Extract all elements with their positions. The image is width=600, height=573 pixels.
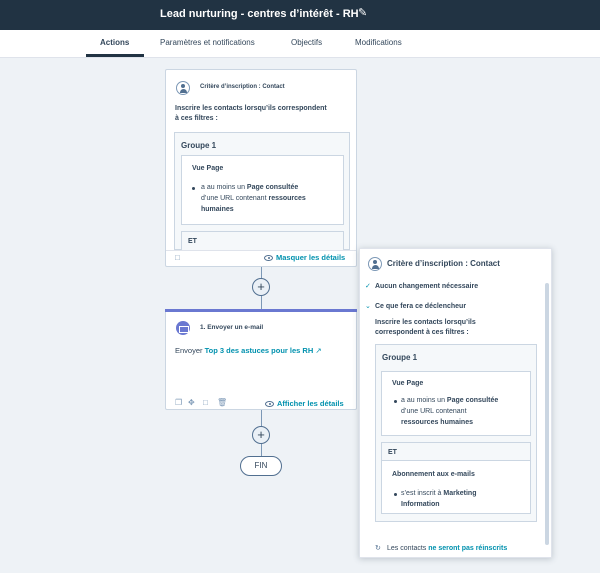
- panel-filter-box-1: Vue Page a au moins un Page consultée d’…: [381, 371, 531, 436]
- group-label: Groupe 1: [181, 141, 217, 150]
- clipboard-icon[interactable]: □: [175, 253, 180, 262]
- panel-filter1-title: Vue Page: [392, 380, 424, 387]
- card-divider: [166, 250, 356, 251]
- panel-filter2-title: Abonnement aux e-mails: [392, 471, 475, 478]
- hide-details-link[interactable]: Masquer les détails: [276, 252, 345, 263]
- panel-intro-line2: correspondent à ces filtres :: [375, 329, 469, 336]
- panel-filter2-line2: Information: [401, 501, 440, 508]
- panel-scrollbar[interactable]: [545, 283, 549, 545]
- trigger-details-panel: Critère d’inscription : Contact ✓ Aucun …: [359, 248, 552, 558]
- panel-group-label: Groupe 1: [382, 353, 418, 362]
- send-email-card[interactable]: 1. Envoyer un e-mail Envoyer Top 3 des a…: [165, 309, 357, 410]
- move-icon[interactable]: ✥: [188, 398, 195, 407]
- panel-and-label: ET: [388, 449, 397, 456]
- bullet-icon: [192, 187, 195, 190]
- filter-line3: humaines: [201, 206, 234, 213]
- action-accent-bar: [165, 309, 357, 312]
- check-icon: ✓: [365, 283, 371, 290]
- eye-icon: [265, 401, 274, 407]
- filter-line1: a au moins un Page consultée: [201, 184, 299, 191]
- external-link-icon: ↗: [315, 346, 322, 355]
- panel-filter-box-2: ET Abonnement aux e-mails s’est inscrit …: [381, 442, 531, 514]
- bullet-icon: [394, 493, 397, 496]
- contact-icon: [368, 257, 382, 271]
- top-bar: Lead nurturing - centres d’intérêt - RH …: [0, 0, 600, 30]
- email-icon: [176, 321, 190, 335]
- reenroll-note: Les contacts ne seront pas réinscrits: [387, 545, 508, 552]
- trigger-title: Critère d’inscription : Contact: [200, 84, 285, 90]
- panel-filter2-line1: s’est inscrit à Marketing: [401, 490, 477, 497]
- active-tab-indicator: [86, 54, 144, 57]
- trash-icon[interactable]: 🗑: [217, 398, 227, 407]
- end-node: FIN: [240, 456, 282, 476]
- contact-icon: [176, 81, 190, 95]
- workflow-title: Lead nurturing - centres d’intérêt - RH: [160, 8, 359, 20]
- tab-changes[interactable]: Modifications: [355, 38, 402, 47]
- and-label: ET: [188, 238, 197, 245]
- filter-group: Groupe 1 Vue Page a au moins un Page con…: [174, 132, 350, 251]
- add-action-button[interactable]: +: [252, 426, 270, 444]
- email-send-line: Envoyer Top 3 des astuces pour les RH ↗: [175, 346, 322, 355]
- trigger-action-toggle[interactable]: Ce que fera ce déclencheur: [375, 301, 466, 312]
- and-bar: [182, 232, 343, 251]
- chevron-down-icon[interactable]: ⌄: [365, 301, 371, 312]
- bullet-icon: [394, 400, 397, 403]
- filter-title: Vue Page: [192, 165, 224, 172]
- panel-title: Critère d’inscription : Contact: [387, 259, 500, 268]
- clipboard-icon[interactable]: □: [203, 398, 208, 407]
- email-action-title: 1. Envoyer un e-mail: [200, 324, 264, 331]
- trigger-intro-line2: à ces filtres :: [175, 115, 218, 122]
- panel-filter-group: Groupe 1 Vue Page a au moins un Page con…: [375, 344, 537, 522]
- tab-actions[interactable]: Actions: [100, 38, 129, 47]
- copy-icon[interactable]: ❐: [175, 398, 182, 407]
- email-link[interactable]: Top 3 des astuces pour les RH: [205, 346, 314, 355]
- enrollment-trigger-card[interactable]: Critère d’inscription : Contact Inscrire…: [165, 69, 357, 267]
- tab-goals[interactable]: Objectifs: [291, 38, 322, 47]
- add-action-button[interactable]: +: [252, 278, 270, 296]
- eye-icon: [264, 255, 273, 261]
- panel-filter1-line3: ressources humaines: [401, 419, 473, 426]
- pencil-icon[interactable]: ✎: [358, 6, 367, 19]
- no-change-text: Aucun changement nécessaire: [375, 283, 479, 290]
- filter-line2: d’une URL contenant ressources: [201, 195, 306, 202]
- refresh-icon: ↻: [375, 545, 381, 552]
- and-box: ET: [181, 231, 344, 251]
- tab-settings[interactable]: Paramètres et notifications: [160, 38, 255, 47]
- panel-filter1-line1: a au moins un Page consultée: [401, 397, 499, 404]
- and-bar: [382, 443, 530, 461]
- show-details-link[interactable]: Afficher les détails: [277, 398, 344, 409]
- panel-filter1-line2: d’une URL contenant: [401, 408, 467, 415]
- filter-box: Vue Page a au moins un Page consultée d’…: [181, 155, 344, 225]
